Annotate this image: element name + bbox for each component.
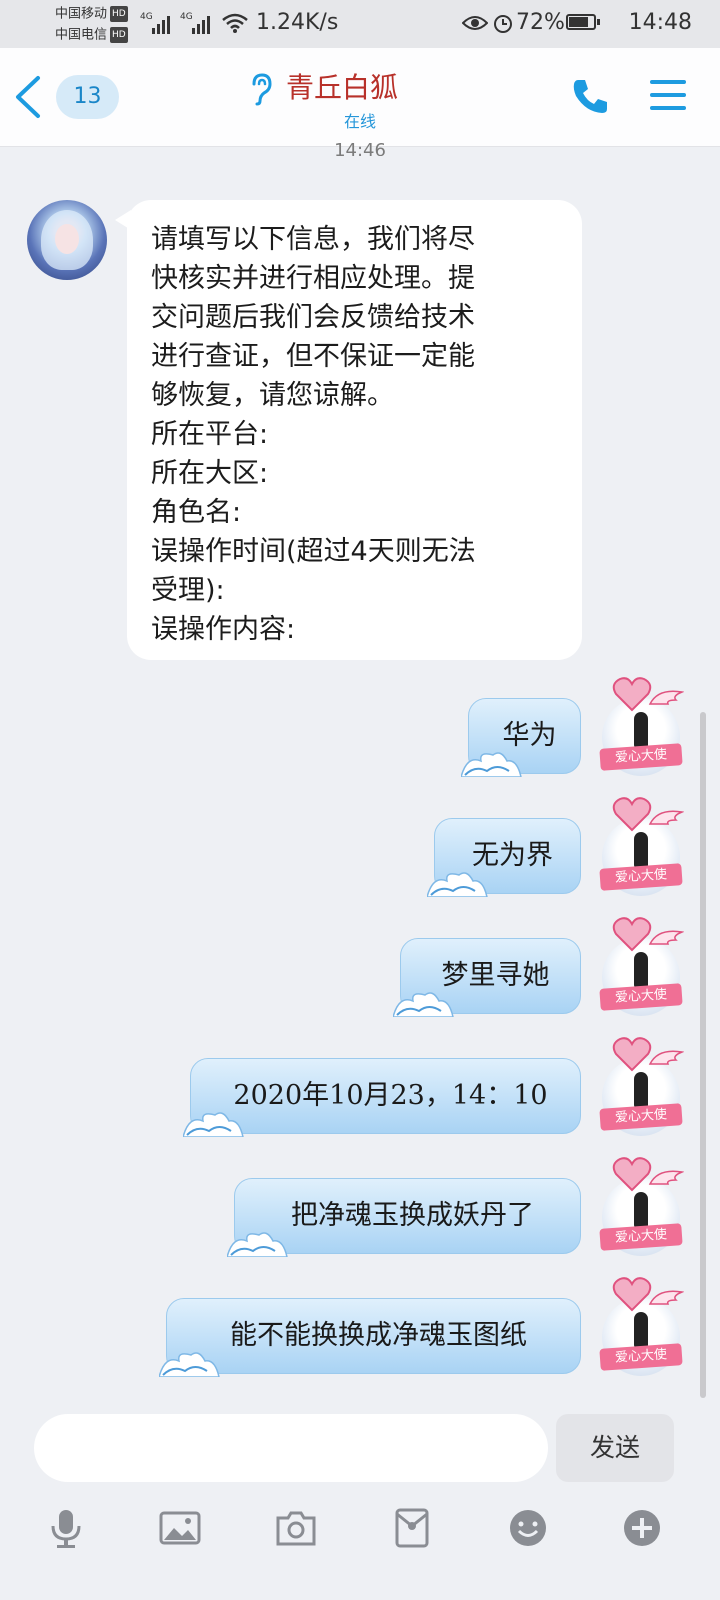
- outgoing-message-bubble[interactable]: 能不能换换成净魂玉图纸: [159, 1298, 581, 1377]
- my-avatar[interactable]: 爱心大使: [599, 677, 684, 776]
- phone-icon[interactable]: [570, 76, 610, 116]
- avatar-figure: [634, 1192, 648, 1228]
- eye-comfort-icon: [462, 16, 488, 30]
- camera-icon[interactable]: [274, 1506, 318, 1550]
- wing-icon: [648, 690, 684, 705]
- microphone-icon[interactable]: [44, 1506, 88, 1550]
- send-button[interactable]: 发送: [556, 1414, 674, 1482]
- avatar-badge: 爱心大使: [599, 1223, 683, 1251]
- outgoing-message-bubble[interactable]: 梦里寻她: [393, 938, 581, 1017]
- wing-icon: [648, 1290, 684, 1305]
- contact-avatar[interactable]: [27, 200, 107, 280]
- outgoing-message-bubble[interactable]: 华为: [461, 698, 581, 777]
- network-speed: 1.24K/s: [256, 10, 339, 35]
- message-text: 2020年10月23，14：10: [233, 1080, 548, 1111]
- contact-status: 在线: [343, 112, 376, 131]
- avatar-figure: [634, 1072, 648, 1108]
- plus-icon[interactable]: [620, 1506, 664, 1550]
- battery-icon: [566, 14, 600, 30]
- alarm-icon: [494, 15, 512, 33]
- message-text: 能不能换换成净魂玉图纸: [230, 1320, 527, 1351]
- heart-icon: [612, 1037, 652, 1072]
- input-bar: 发送: [0, 1400, 720, 1600]
- my-avatar[interactable]: 爱心大使: [599, 917, 684, 1016]
- battery-percent: 72%: [516, 10, 565, 35]
- avatar-figure: [634, 952, 648, 988]
- heart-icon: [612, 1157, 652, 1192]
- contact-name[interactable]: 青丘白狐: [286, 71, 398, 104]
- message-input[interactable]: [34, 1414, 548, 1482]
- avatar-figure: [634, 832, 648, 868]
- incoming-message-bubble[interactable]: 请填写以下信息，我们将尽 快核实并进行相应处理。提 交问题后我们会反馈给技术 进…: [115, 200, 582, 660]
- avatar-badge: 爱心大使: [599, 743, 683, 771]
- signal-icon-2: [192, 14, 214, 34]
- chat-header: 13 青丘白狐 在线: [0, 48, 720, 147]
- carrier-2: 中国电信 HD: [55, 27, 128, 43]
- heart-icon: [612, 917, 652, 952]
- network-type-2: 4G: [180, 12, 193, 22]
- my-avatar[interactable]: 爱心大使: [599, 1037, 684, 1136]
- heart-icon: [612, 797, 652, 832]
- wave-decoration-icon: [159, 1352, 220, 1377]
- avatar-badge: 爱心大使: [599, 1103, 683, 1131]
- emoji-icon[interactable]: [506, 1506, 550, 1550]
- wave-decoration-icon: [393, 992, 454, 1017]
- wing-icon: [648, 810, 684, 825]
- message-text: 把净魂玉换成妖丹了: [291, 1200, 534, 1231]
- network-type-1: 4G: [140, 12, 153, 22]
- outgoing-message-bubble[interactable]: 无为界: [427, 818, 581, 897]
- image-icon[interactable]: [158, 1506, 202, 1550]
- avatar-badge: 爱心大使: [599, 863, 683, 891]
- carrier-1: 中国移动 HD: [55, 6, 128, 22]
- status-bar: 中国移动 HD 中国电信 HD 4G 4G 1.24K/s 72% 14:48: [0, 0, 720, 48]
- wave-decoration-icon: [461, 752, 522, 777]
- chat-scrollbar[interactable]: [700, 712, 706, 1398]
- message-timestamp: 14:46: [334, 140, 386, 156]
- wifi-icon: [222, 13, 248, 33]
- wing-icon: [648, 1170, 684, 1185]
- heart-icon: [612, 1277, 652, 1312]
- heart-icon: [612, 677, 652, 712]
- menu-icon[interactable]: [650, 80, 686, 119]
- signal-icon: [152, 14, 174, 34]
- avatar-figure: [634, 1312, 648, 1348]
- wing-icon: [648, 1050, 684, 1065]
- outgoing-message-bubble[interactable]: 把净魂玉换成妖丹了: [227, 1178, 581, 1257]
- my-avatar[interactable]: 爱心大使: [599, 797, 684, 896]
- my-avatar[interactable]: 爱心大使: [599, 1277, 684, 1376]
- wing-icon: [648, 930, 684, 945]
- avatar-badge: 爱心大使: [599, 1343, 683, 1371]
- wave-decoration-icon: [227, 1232, 288, 1257]
- wave-decoration-icon: [183, 1112, 244, 1137]
- avatar-badge: 爱心大使: [599, 983, 683, 1011]
- earpiece-mode-icon[interactable]: [248, 72, 274, 106]
- outgoing-message-bubble[interactable]: 2020年10月23，14：10: [183, 1058, 581, 1137]
- message-text: 梦里寻她: [441, 960, 550, 991]
- avatar-figure: [634, 712, 648, 748]
- red-packet-icon[interactable]: [390, 1506, 434, 1550]
- wave-decoration-icon: [427, 872, 488, 897]
- clock: 14:48: [628, 10, 692, 35]
- my-avatar[interactable]: 爱心大使: [599, 1157, 684, 1256]
